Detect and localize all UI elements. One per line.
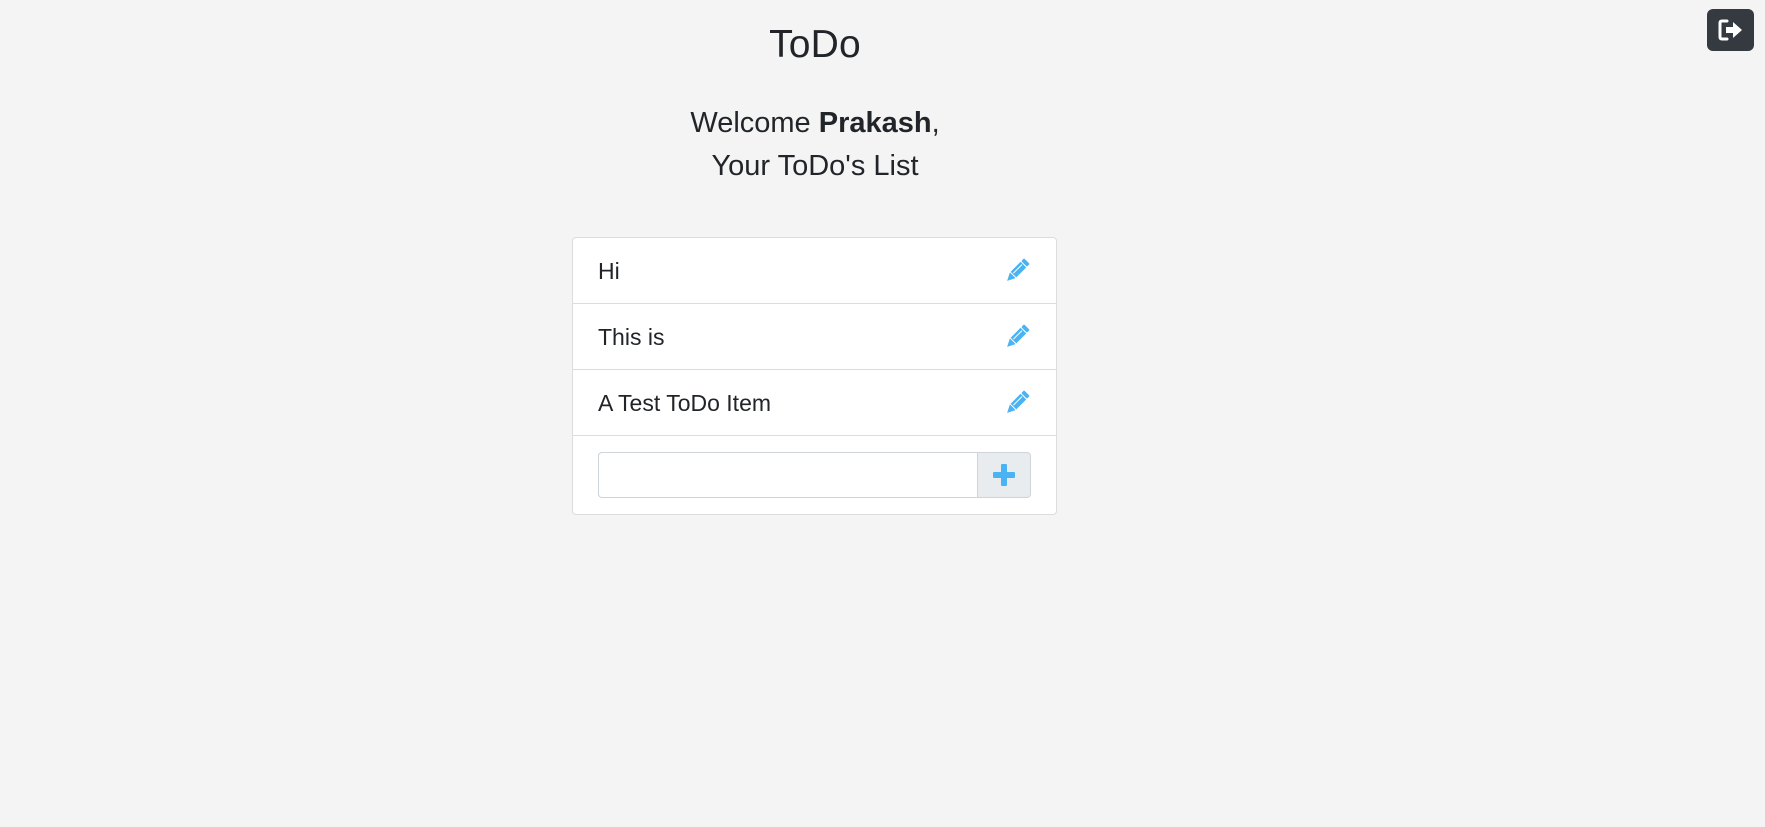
user-name: Prakash	[818, 107, 932, 139]
welcome-message: Welcome Prakash, Your ToDo's List	[0, 102, 1630, 188]
todo-page: ToDo Welcome Prakash, Your ToDo's List H…	[0, 0, 1765, 827]
welcome-greeting: Welcome	[690, 107, 819, 139]
welcome-comma: ,	[931, 107, 940, 139]
todo-item: Hi	[573, 238, 1056, 304]
todo-list: Hi This is A Test ToDo Item	[572, 237, 1057, 515]
new-todo-input[interactable]	[598, 452, 977, 498]
pencil-icon	[1007, 390, 1030, 413]
edit-todo-button[interactable]	[1003, 389, 1031, 417]
plus-icon	[993, 464, 1015, 486]
logout-button[interactable]	[1707, 9, 1754, 51]
app-title: ToDo	[769, 23, 861, 66]
todo-item: This is	[573, 304, 1056, 370]
edit-todo-button[interactable]	[1003, 257, 1031, 285]
sign-out-icon	[1718, 19, 1744, 41]
todo-item: A Test ToDo Item	[573, 370, 1056, 436]
todo-item-text: A Test ToDo Item	[598, 389, 772, 416]
todo-item-text: Hi	[598, 257, 620, 284]
pencil-icon	[1007, 324, 1030, 347]
edit-todo-button[interactable]	[1003, 323, 1031, 351]
welcome-line: Welcome Prakash,	[0, 102, 1630, 145]
add-todo-row	[573, 436, 1056, 514]
pencil-icon	[1007, 258, 1030, 281]
add-todo-group	[598, 452, 1031, 498]
add-todo-button[interactable]	[977, 452, 1031, 498]
todo-item-text: This is	[598, 323, 665, 350]
list-subtitle: Your ToDo's List	[711, 150, 919, 182]
